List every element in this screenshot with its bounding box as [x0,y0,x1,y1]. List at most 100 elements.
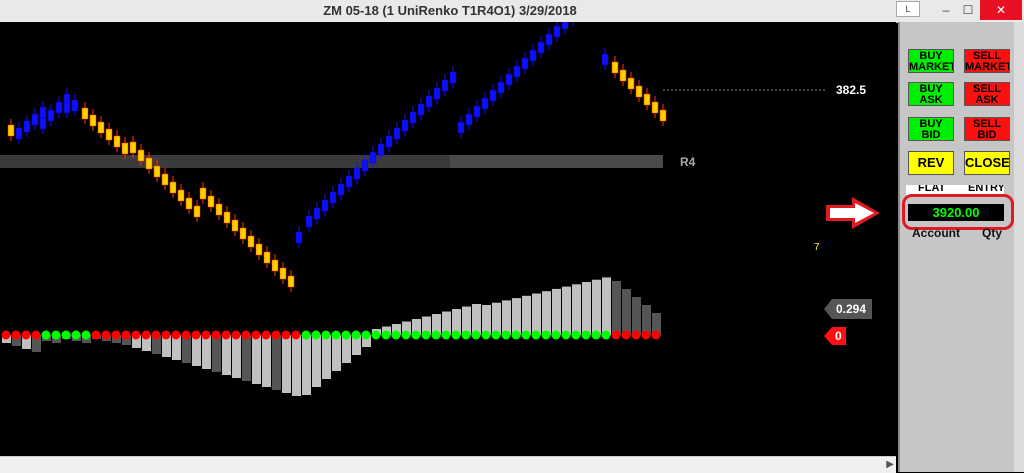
candle-body-49 [385,135,393,148]
candle-body-34 [263,251,271,264]
candle-body-50 [393,127,401,140]
candle-body-68 [537,41,545,54]
candle-body-7 [55,101,63,114]
sell-bid-button[interactable]: SELL BID [964,117,1010,141]
candle-body-16 [121,142,129,155]
signal-dot-8 [81,330,91,340]
candle-body-45 [353,167,361,180]
qty-label: Qty [982,228,1003,240]
candle-body-64 [505,73,513,86]
histogram-bar-23 [232,335,241,378]
candle-body-23 [177,189,185,202]
candle-body-28 [215,203,223,216]
signal-dot-25 [251,330,261,340]
candle-body-77 [619,69,627,82]
signal-dot-42 [421,330,431,340]
window-title: ZM 05-18 (1 UniRenko T1R4O1) 3/29/2018 [323,3,577,18]
buy-bid-button[interactable]: BUY BID [908,117,954,141]
signal-dot-39 [391,330,401,340]
signal-dot-2 [21,330,31,340]
signal-dot-62 [621,330,631,340]
candle-body-14 [105,128,113,141]
candle-body-39 [305,215,313,228]
minimize-button[interactable]: – [936,0,956,20]
signal-dot-49 [491,330,501,340]
sell-market-button[interactable]: SELL MARKET [964,49,1010,73]
candle-body-58 [457,121,465,134]
chart-area[interactable]: 382.5 R4 7 0.294 0 [0,0,896,456]
buy-ask-button[interactable]: BUY ASK [908,82,954,106]
signal-dot-27 [271,330,281,340]
signal-dot-12 [121,330,131,340]
candle-body-17 [129,141,137,154]
candle-body-38 [295,231,303,244]
histogram-bar-64 [642,305,651,335]
candle-body-1 [15,127,23,140]
histogram-bar-32 [322,335,331,379]
candle-body-81 [651,101,659,114]
highlight-ring [902,194,1014,230]
sell-ask-button[interactable]: SELL ASK [964,82,1010,106]
candle-body-6 [47,109,55,122]
candle-body-69 [545,33,553,46]
candle-body-60 [473,105,481,118]
histogram-bar-63 [632,297,641,335]
buy-market-button[interactable]: BUY MARKET [908,49,954,73]
histogram-bar-53 [532,293,541,335]
signal-dot-44 [441,330,451,340]
signal-dot-63 [631,330,641,340]
close-position-button[interactable]: CLOSE [964,151,1010,175]
close-button[interactable]: ✕ [980,0,1022,20]
candle-body-76 [611,61,619,74]
candle-body-22 [169,181,177,194]
candle-body-82 [659,109,667,122]
level-band-right [450,155,663,168]
signal-dot-23 [231,330,241,340]
signal-dot-55 [551,330,561,340]
signal-dot-45 [451,330,461,340]
signal-dot-30 [301,330,311,340]
signal-dot-1 [11,330,21,340]
candle-body-75 [601,53,609,66]
candle-body-42 [329,191,337,204]
horizontal-scrollbar[interactable]: ▶ [0,456,896,473]
signal-dot-4 [41,330,51,340]
vertical-scrollbar[interactable] [1014,22,1024,472]
signal-dot-9 [91,330,101,340]
histogram-bar-22 [222,335,231,375]
signal-dot-48 [481,330,491,340]
candle-body-46 [361,159,369,172]
l-box-button[interactable]: L [896,1,920,17]
level-band-left [0,155,450,168]
histogram-bar-31 [312,335,321,387]
signal-dot-61 [611,330,621,340]
histogram-bar-26 [262,335,271,387]
histogram-bar-20 [202,335,211,369]
candle-body-27 [207,195,215,208]
candle-body-52 [409,111,417,124]
histogram-bar-51 [512,298,521,335]
candle-body-19 [145,157,153,170]
price-label: 382.5 [836,83,866,97]
signal-dot-58 [581,330,591,340]
signal-dot-17 [171,330,181,340]
histogram-bar-33 [332,335,341,371]
signal-dot-20 [201,330,211,340]
signal-dot-18 [181,330,191,340]
histogram-bar-19 [192,335,201,366]
signal-value: 0 [835,329,842,343]
signal-dot-34 [341,330,351,340]
signal-dot-38 [381,330,391,340]
maximize-button[interactable]: ☐ [958,0,978,20]
signal-dot-15 [151,330,161,340]
reverse-button[interactable]: REV [908,151,954,175]
candle-body-0 [7,124,15,137]
signal-dot-33 [331,330,341,340]
scroll-right-icon[interactable]: ▶ [886,459,894,470]
candle-body-70 [553,25,561,38]
signal-dot-6 [61,330,71,340]
candle-body-53 [417,103,425,116]
candle-body-57 [449,71,457,84]
signal-dot-35 [351,330,361,340]
signal-dot-64 [641,330,651,340]
